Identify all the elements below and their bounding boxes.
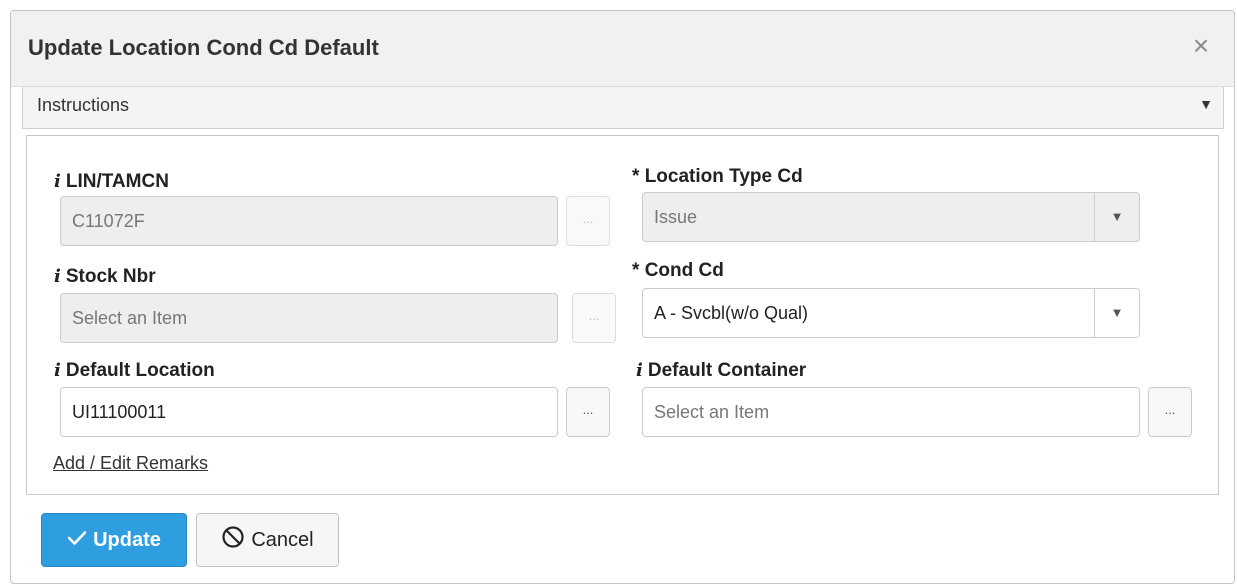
- cancel-button[interactable]: Cancel: [196, 513, 339, 567]
- chevron-down-icon: ▼: [1094, 193, 1139, 241]
- default-location-input[interactable]: UI11100011: [60, 387, 558, 437]
- stock-nbr-label-text: Stock Nbr: [65, 266, 156, 287]
- cond-cd-label-text: Cond Cd: [644, 260, 724, 281]
- update-button-content: Update: [42, 514, 186, 566]
- checkmark-icon: [67, 529, 87, 552]
- cond-cd-label: * Cond Cd: [632, 260, 724, 282]
- stock-nbr-label: i Stock Nbr: [54, 266, 156, 288]
- dialog-title: Update Location Cond Cd Default: [28, 35, 379, 60]
- required-marker: *: [632, 260, 640, 281]
- stock-nbr-lookup-button: ...: [572, 293, 616, 343]
- update-location-cond-cd-dialog: Update Location Cond Cd Default × Instru…: [10, 10, 1235, 584]
- default-container-label-text: Default Container: [647, 360, 807, 381]
- chevron-down-icon: ▼: [1199, 96, 1213, 112]
- lin-tamcn-field: C11072F: [60, 196, 558, 246]
- default-location-lookup-button[interactable]: ...: [566, 387, 610, 437]
- stock-nbr-field: Select an Item: [60, 293, 558, 343]
- location-type-cd-label: * Location Type Cd: [632, 166, 803, 188]
- cond-cd-value: A - Svcbl(w/o Qual): [654, 303, 809, 323]
- dialog-header: Update Location Cond Cd Default ×: [11, 11, 1234, 87]
- lin-tamcn-label-text: LIN/TAMCN: [65, 171, 169, 192]
- update-button-label: Update: [93, 528, 161, 551]
- default-container-label: i Default Container: [636, 360, 806, 382]
- add-edit-remarks-link[interactable]: Add / Edit Remarks: [53, 453, 208, 474]
- default-container-lookup-button[interactable]: ...: [1148, 387, 1192, 437]
- location-type-cd-label-text: Location Type Cd: [644, 166, 803, 187]
- cancel-button-content: Cancel: [197, 514, 338, 566]
- info-icon[interactable]: i: [636, 360, 643, 381]
- location-type-cd-select: Issue ▼: [642, 192, 1140, 242]
- default-container-input[interactable]: Select an Item: [642, 387, 1140, 437]
- prohibited-icon: [221, 525, 245, 555]
- chevron-down-icon[interactable]: ▼: [1094, 289, 1139, 337]
- default-location-label-text: Default Location: [65, 360, 215, 381]
- info-icon[interactable]: i: [54, 360, 61, 381]
- location-type-cd-value: Issue: [654, 207, 698, 227]
- cancel-button-label: Cancel: [251, 528, 314, 551]
- form-panel: i LIN/TAMCN C11072F ... i Stock Nbr Select…: [26, 135, 1219, 495]
- instructions-label: Instructions: [37, 95, 130, 115]
- info-icon[interactable]: i: [54, 171, 61, 192]
- lin-tamcn-lookup-button: ...: [566, 196, 610, 246]
- cond-cd-select[interactable]: A - Svcbl(w/o Qual) ▼: [642, 288, 1140, 338]
- info-icon[interactable]: i: [54, 266, 61, 287]
- default-location-label: i Default Location: [54, 360, 215, 382]
- update-button[interactable]: Update: [41, 513, 187, 567]
- close-icon[interactable]: ×: [1188, 31, 1214, 61]
- required-marker: *: [632, 166, 640, 187]
- lin-tamcn-label: i LIN/TAMCN: [54, 171, 169, 193]
- instructions-accordion[interactable]: Instructions ▼: [22, 87, 1224, 129]
